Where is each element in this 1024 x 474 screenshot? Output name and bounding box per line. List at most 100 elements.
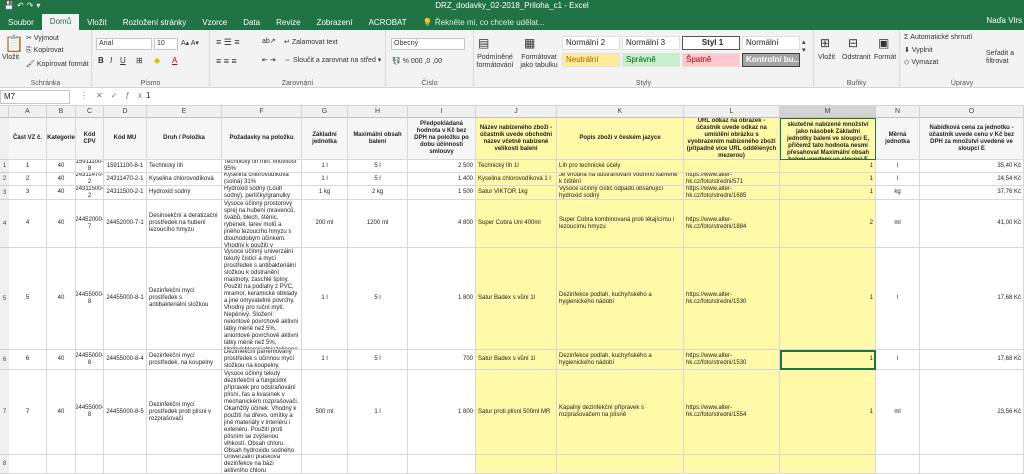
cell-c1[interactable]: 15911100-8 xyxy=(76,160,104,173)
cell-m5[interactable]: 1 xyxy=(780,248,876,350)
orientation-icon[interactable]: ab↗ xyxy=(262,37,276,45)
cell-d8[interactable] xyxy=(104,455,147,474)
cell-o1[interactable]: 35,40 Kč xyxy=(920,160,1024,173)
column-header-a[interactable]: A xyxy=(9,106,47,118)
cell-m1[interactable]: 1 xyxy=(780,160,876,173)
cell-i3[interactable]: 1 500 xyxy=(408,186,476,200)
cell-o8[interactable] xyxy=(920,455,1024,474)
cell-a8[interactable] xyxy=(9,455,47,474)
column-title-j[interactable]: Název nabízeného zboží - účastník uvede … xyxy=(476,118,557,160)
fill-color-icon[interactable]: ◆ xyxy=(154,56,160,65)
column-title-d[interactable]: Kód MU xyxy=(104,118,147,160)
tab-view[interactable]: Zobrazení xyxy=(309,15,361,30)
cell-a7[interactable]: 7 xyxy=(9,370,47,455)
cell-f5[interactable]: Vysoce účinný univerzální tekutý čisticí… xyxy=(222,248,302,350)
cell-i6[interactable]: 700 xyxy=(408,350,476,370)
style-check-cell[interactable]: Kontrolní bu... xyxy=(742,53,800,67)
cell-m2[interactable]: 1 xyxy=(780,173,876,186)
cell-c6[interactable]: 24455000-8 xyxy=(76,350,104,370)
cell-n2[interactable]: l xyxy=(876,173,920,186)
cell-b4[interactable]: 40 xyxy=(47,200,76,248)
cell-d7[interactable]: 24455000-8-5 xyxy=(104,370,147,455)
cell-j1[interactable]: Technický líh 1l xyxy=(476,160,557,173)
conditional-formatting-icon[interactable]: ▤ xyxy=(478,36,489,50)
column-title-g[interactable]: Základní jednotka xyxy=(302,118,348,160)
cell-l4[interactable]: https://www.alter-hk.cz/foto/stredni/188… xyxy=(684,200,780,248)
column-title-a[interactable]: Část VZ č. xyxy=(9,118,47,160)
cell-b7[interactable]: 40 xyxy=(47,370,76,455)
font-size-select[interactable]: 10 xyxy=(154,38,178,50)
column-header-i[interactable]: I xyxy=(408,106,476,118)
cell-i5[interactable]: 1 800 xyxy=(408,248,476,350)
cell-b5[interactable]: 40 xyxy=(47,248,76,350)
tab-insert[interactable]: Vložit xyxy=(79,15,115,30)
font-name-select[interactable]: Arial xyxy=(96,38,152,50)
format-as-table-icon[interactable]: ▦ xyxy=(524,36,535,50)
format-painter-button[interactable]: 🖌 Kopírovat formát xyxy=(26,60,89,68)
cell-j5[interactable]: Satur Badex s vůní 1l xyxy=(476,248,557,350)
column-title-i[interactable]: Předpokládaná hodnota v Kč bez DPH na po… xyxy=(408,118,476,160)
cell-n3[interactable]: kg xyxy=(876,186,920,200)
row-header-1[interactable]: 1 xyxy=(0,160,9,173)
column-header-f[interactable]: F xyxy=(222,106,302,118)
cell-f6[interactable]: Dezinfekční parfémovaný prostředek s úči… xyxy=(222,350,302,370)
cell-f8[interactable]: Univerzální prášková dezinfekce na bázi … xyxy=(222,455,302,474)
clear-button[interactable]: ◇ Vymazat xyxy=(904,58,938,66)
cell-d5[interactable]: 24455000-8-1 xyxy=(104,248,147,350)
style-normal[interactable]: Normální xyxy=(742,36,800,50)
cell-o3[interactable]: 37,76 Kč xyxy=(920,186,1024,200)
delete-cells-icon[interactable]: ⊟ xyxy=(848,36,858,50)
cell-a1[interactable]: 1 xyxy=(9,160,47,173)
cell-a6[interactable]: 6 xyxy=(9,350,47,370)
cell-m3[interactable]: 1 xyxy=(780,186,876,200)
cell-a2[interactable]: 2 xyxy=(9,173,47,186)
column-header-h[interactable]: H xyxy=(348,106,408,118)
delete-cells-button[interactable]: Odstranit xyxy=(842,54,870,61)
cell-i7[interactable]: 1 800 xyxy=(408,370,476,455)
cell-d6[interactable]: 24455000-8-4 xyxy=(104,350,147,370)
row-header-8[interactable]: 8 xyxy=(0,455,9,474)
column-header-e[interactable]: E xyxy=(147,106,222,118)
column-title-h[interactable]: Maximální obsah balení xyxy=(348,118,408,160)
cell-e2[interactable]: Kyselina chlorovodíková xyxy=(147,173,222,186)
cell-g3[interactable]: 1 kg xyxy=(302,186,348,200)
bold-icon[interactable]: B xyxy=(98,56,104,65)
cell-h2[interactable]: 5 l xyxy=(348,173,408,186)
cell-l8[interactable] xyxy=(684,455,780,474)
cell-n1[interactable]: l xyxy=(876,160,920,173)
column-header-j[interactable]: J xyxy=(476,106,557,118)
tab-file[interactable]: Soubor xyxy=(0,15,42,30)
underline-icon[interactable]: U xyxy=(120,56,126,65)
paste-icon[interactable]: 📋 xyxy=(4,34,24,54)
cell-h4[interactable]: 1200 ml xyxy=(348,200,408,248)
select-all-corner[interactable] xyxy=(0,106,9,118)
cell-c5[interactable]: 24455000-8 xyxy=(76,248,104,350)
column-title-n[interactable]: Měrná jednotka xyxy=(876,118,920,160)
cell-c4[interactable]: 24452000-7 xyxy=(76,200,104,248)
wrap-text-button[interactable]: ↵ Zalamovat text xyxy=(284,38,338,46)
cell-i4[interactable]: 4 800 xyxy=(408,200,476,248)
merge-center-button[interactable]: ⇔ Sloučit a zarovnat na střed ▾ xyxy=(284,56,381,64)
column-title-o[interactable]: Nabídková cena za jednotku - účastník uv… xyxy=(920,118,1024,160)
cell-i1[interactable]: 2 500 xyxy=(408,160,476,173)
cell-k7[interactable]: Kapalný dezinfekční přípravek s rozprašo… xyxy=(557,370,684,455)
font-color-icon[interactable]: A xyxy=(172,56,177,65)
cell-d1[interactable]: 15911100-8-1 xyxy=(104,160,147,173)
cell-l3[interactable]: https://www.alter-hk.cz/foto/stredni/168… xyxy=(684,186,780,200)
cell-g5[interactable]: 1 l xyxy=(302,248,348,350)
number-format-select[interactable]: Obecný xyxy=(391,38,465,50)
name-box[interactable]: M7 xyxy=(0,90,70,104)
column-header-l[interactable]: L xyxy=(684,106,780,118)
font-grow-shrink-icon[interactable]: A▴ A▾ xyxy=(181,39,199,47)
cell-e3[interactable]: Hydroxid sodný xyxy=(147,186,222,200)
cell-o4[interactable]: 41,00 Kč xyxy=(920,200,1024,248)
column-title-l[interactable]: URL odkaz na obrázek - účastník uvede od… xyxy=(684,118,780,160)
column-header-m[interactable]: M xyxy=(780,106,876,118)
cell-l5[interactable]: https://www.alter-hk.cz/foto/stredni/153… xyxy=(684,248,780,350)
format-as-table-button[interactable]: Formátovat jako tabulku xyxy=(518,54,560,70)
style-neutral[interactable]: Neutrální xyxy=(562,53,620,67)
tab-formulas[interactable]: Vzorce xyxy=(194,15,235,30)
cell-k8[interactable] xyxy=(557,455,684,474)
cell-f3[interactable]: Hydroxid sodný (Louh sodný), perličky/gr… xyxy=(222,186,302,200)
cell-a4[interactable]: 4 xyxy=(9,200,47,248)
